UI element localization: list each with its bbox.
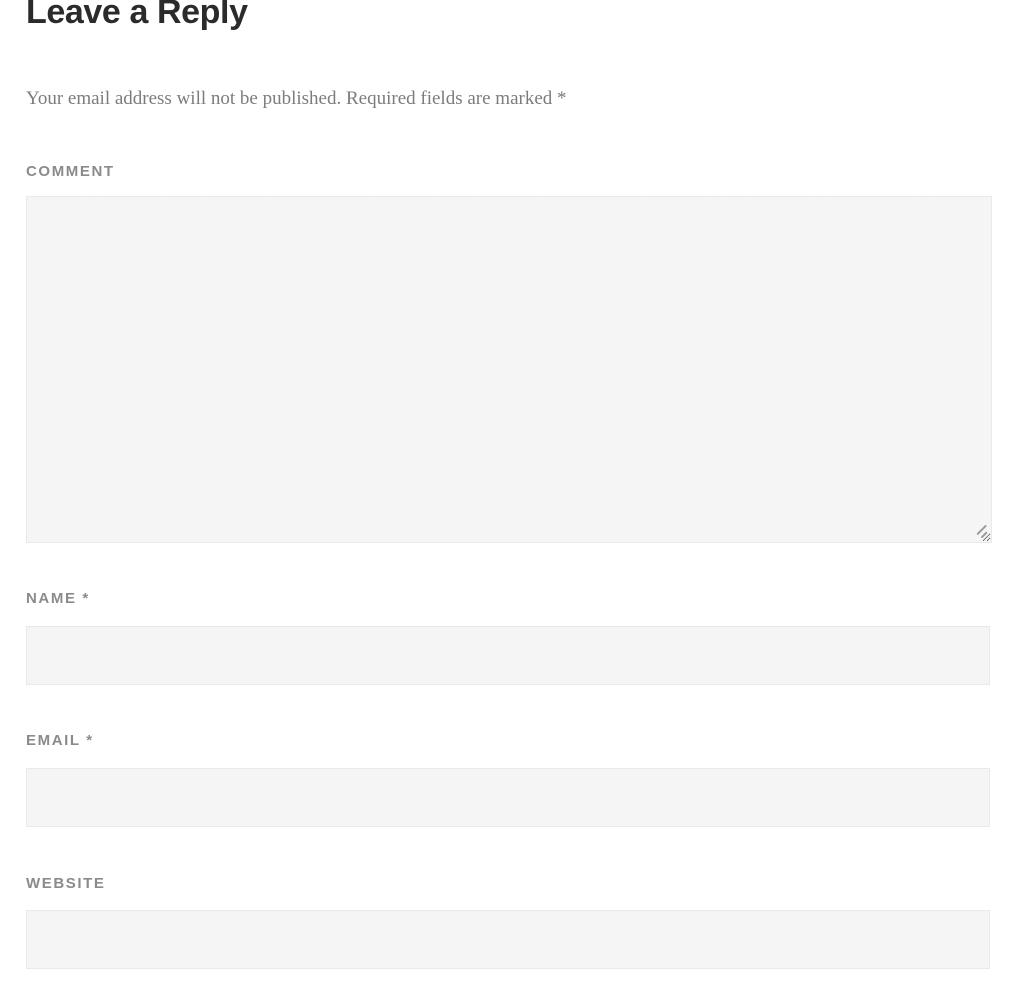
comment-notes: Your email address will not be published… — [26, 86, 567, 112]
email-input[interactable] — [26, 768, 990, 827]
website-field-label-text: WEBSITE — [26, 875, 106, 892]
required-asterisk: * — [557, 88, 567, 109]
page-title: Leave a Reply — [26, 0, 248, 31]
email-field-label-text: EMAIL — [26, 732, 81, 749]
name-field-required-mark: * — [82, 590, 89, 607]
comment-textarea[interactable] — [26, 196, 992, 543]
comment-field-label: COMMENT — [26, 163, 115, 181]
name-input[interactable] — [26, 626, 990, 685]
comment-notes-text: Your email address will not be published… — [26, 88, 553, 109]
email-field-label: EMAIL * — [26, 732, 92, 750]
email-field-required-mark: * — [86, 732, 93, 749]
website-input[interactable] — [26, 910, 990, 969]
website-field-label: WEBSITE — [26, 875, 106, 893]
name-field-label: NAME * — [26, 590, 88, 608]
comment-field-label-text: COMMENT — [26, 163, 115, 180]
name-field-label-text: NAME — [26, 590, 77, 607]
